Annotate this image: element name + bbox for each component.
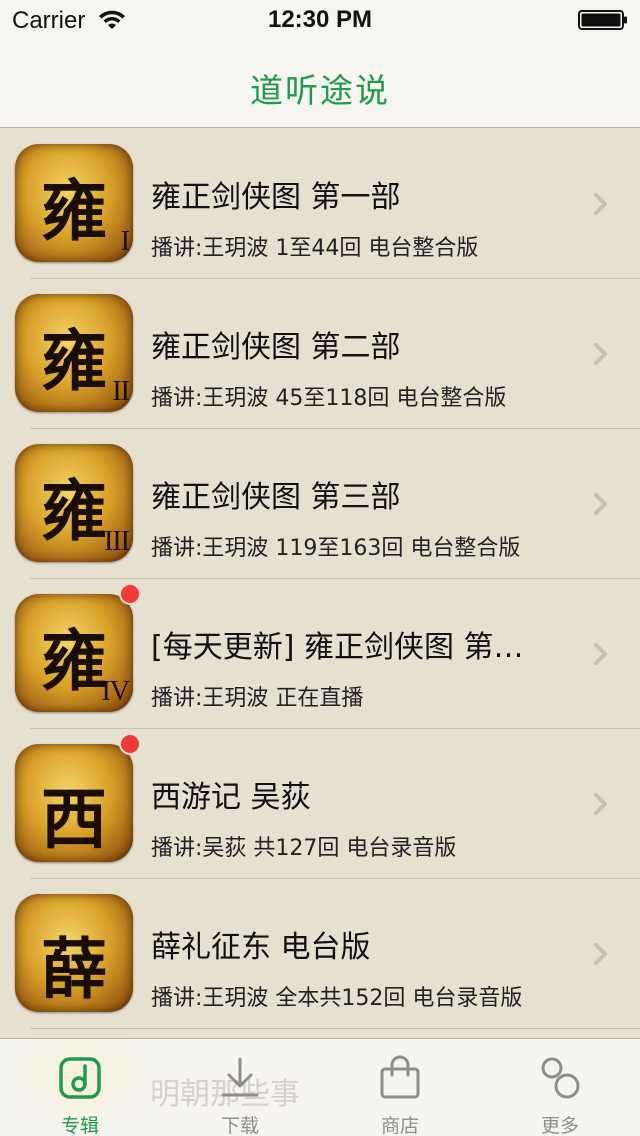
album-cover: 雍 I bbox=[15, 144, 133, 262]
more-circles-icon bbox=[541, 1057, 580, 1099]
tab-label: 商店 bbox=[380, 1115, 419, 1136]
page-title: 道听途说 bbox=[250, 71, 390, 110]
chevron-right-icon bbox=[594, 643, 607, 665]
shopping-bag-icon bbox=[380, 1055, 420, 1099]
download-icon bbox=[221, 1057, 259, 1097]
album-row[interactable]: 雍 II 雍正剑侠图 第二部 播讲:王玥波 45至118回 电台整合版 bbox=[0, 279, 640, 429]
album-row[interactable]: 雍 IV [每天更新] 雍正剑侠图 第… 播讲:王玥波 正在直播 bbox=[0, 579, 640, 729]
album-title: [每天更新] 雍正剑侠图 第… bbox=[151, 630, 524, 665]
new-update-badge bbox=[119, 733, 141, 755]
battery-icon bbox=[578, 10, 627, 30]
album-title: 雍正剑侠图 第一部 bbox=[151, 180, 401, 215]
album-subtitle: 播讲:王玥波 45至118回 电台整合版 bbox=[151, 386, 507, 411]
tab-label: 更多 bbox=[540, 1115, 579, 1136]
album-subtitle: 播讲:王玥波 119至163回 电台整合版 bbox=[151, 536, 521, 561]
cover-numeral: I bbox=[120, 226, 130, 257]
album-cover: 薛 bbox=[15, 894, 133, 1012]
album-subtitle: 播讲:吴荻 共127回 电台录音版 bbox=[151, 836, 457, 861]
tab-downloads[interactable]: 下载 bbox=[160, 1039, 320, 1136]
tab-albums[interactable]: 专辑 bbox=[0, 1039, 160, 1136]
cover-numeral: II bbox=[112, 376, 130, 407]
album-title: 雍正剑侠图 第三部 bbox=[151, 480, 401, 515]
album-music-icon bbox=[59, 1057, 101, 1099]
chevron-right-icon bbox=[594, 193, 607, 215]
navigation-bar: 道听途说 bbox=[0, 40, 640, 128]
album-row[interactable]: 西 西游记 吴荻 播讲:吴荻 共127回 电台录音版 bbox=[0, 729, 640, 879]
cover-character: 西 bbox=[41, 780, 107, 858]
tab-bar: 明朝那些事 专辑 下载 商店 更多 bbox=[0, 1038, 640, 1136]
tab-store[interactable]: 商店 bbox=[320, 1039, 480, 1136]
album-subtitle: 播讲:王玥波 全本共152回 电台录音版 bbox=[151, 986, 523, 1011]
album-subtitle: 播讲:王玥波 1至44回 电台整合版 bbox=[151, 236, 479, 261]
album-row[interactable]: 薛 薛礼征东 电台版 播讲:王玥波 全本共152回 电台录音版 bbox=[0, 879, 640, 1029]
album-subtitle: 播讲:王玥波 正在直播 bbox=[151, 686, 364, 711]
cover-numeral: IV bbox=[101, 676, 130, 707]
album-cover: 雍 III bbox=[15, 444, 133, 562]
album-cover: 西 bbox=[15, 744, 133, 862]
album-title: 西游记 吴荻 bbox=[151, 780, 311, 815]
status-time: 12:30 PM bbox=[267, 6, 373, 33]
album-row[interactable]: 雍 I 雍正剑侠图 第一部 播讲:王玥波 1至44回 电台整合版 bbox=[0, 129, 640, 279]
tab-label: 专辑 bbox=[60, 1115, 99, 1136]
chevron-right-icon bbox=[594, 793, 607, 815]
chevron-right-icon bbox=[594, 343, 607, 365]
cover-numeral: III bbox=[104, 526, 130, 557]
album-cover: 雍 II bbox=[15, 294, 133, 412]
album-cover: 雍 IV bbox=[15, 594, 133, 712]
cover-character: 薛 bbox=[41, 930, 107, 1008]
chevron-right-icon bbox=[594, 493, 607, 515]
status-bar: Carrier 12:30 PM bbox=[0, 0, 640, 40]
album-list: 雍 I 雍正剑侠图 第一部 播讲:王玥波 1至44回 电台整合版 雍 II 雍正… bbox=[0, 129, 640, 1029]
album-title: 薛礼征东 电台版 bbox=[151, 930, 371, 965]
chevron-right-icon bbox=[594, 943, 607, 965]
tab-more[interactable]: 更多 bbox=[480, 1039, 640, 1136]
new-update-badge bbox=[119, 583, 141, 605]
tab-label: 下载 bbox=[220, 1115, 259, 1136]
cover-character: 雍 bbox=[41, 172, 107, 250]
album-row[interactable]: 雍 III 雍正剑侠图 第三部 播讲:王玥波 119至163回 电台整合版 bbox=[0, 429, 640, 579]
album-title: 雍正剑侠图 第二部 bbox=[151, 330, 401, 365]
